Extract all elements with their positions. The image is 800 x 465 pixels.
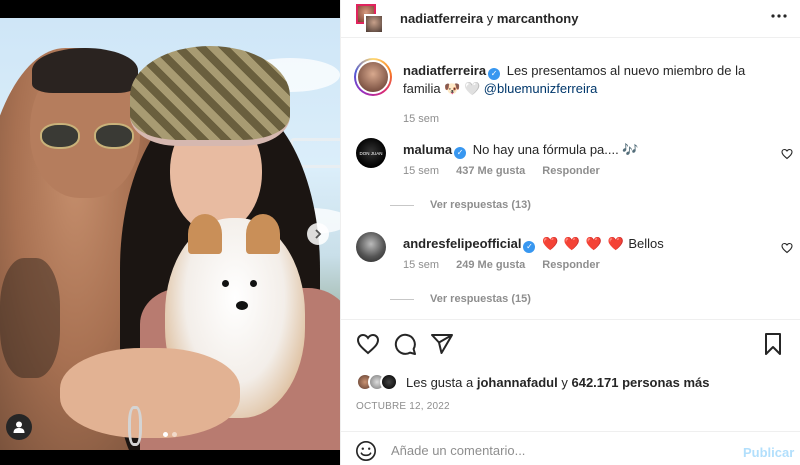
post-comment-button[interactable]: Publicar	[743, 445, 794, 460]
verified-badge-icon: ✓	[523, 241, 536, 253]
carousel-dot-active	[163, 432, 168, 437]
reply-button[interactable]: Responder	[542, 165, 599, 177]
heart-icon[interactable]	[781, 148, 793, 160]
comment-timestamp[interactable]: 15 sem	[403, 165, 439, 177]
likes-summary: Les gusta a johannafadul y 642.171 perso…	[356, 371, 710, 393]
share-icon[interactable]	[430, 332, 454, 356]
author-username-link[interactable]: nadiatferreira	[400, 11, 483, 26]
comment-username-link[interactable]: andresfelipeofficial	[403, 236, 521, 251]
post-modal: nadiatferreira y marcanthony nadiatferre…	[0, 0, 800, 465]
carousel-indicator	[0, 432, 340, 437]
bookmark-icon[interactable]	[761, 332, 785, 356]
view-replies-label: Ver respuestas (15)	[430, 293, 531, 305]
more-horizontal-icon	[771, 14, 787, 18]
comment-input[interactable]	[391, 439, 721, 461]
comment-timestamp[interactable]: 15 sem	[403, 259, 439, 271]
comment-icon[interactable]	[393, 332, 417, 356]
post-details-panel: nadiatferreira y marcanthony nadiatferre…	[340, 0, 800, 465]
svg-text:DON JUAN: DON JUAN	[359, 151, 382, 156]
story-ring-avatar[interactable]	[354, 58, 392, 96]
comment-text: Bellos	[628, 236, 664, 251]
comment-composer: Publicar	[341, 431, 800, 465]
carousel-dot	[172, 432, 177, 437]
verified-badge-icon: ✓	[454, 147, 467, 159]
comment-text: No hay una fórmula pa.... 🎶	[472, 142, 639, 157]
more-options-button[interactable]	[768, 8, 790, 28]
comment-username-link[interactable]: maluma	[403, 142, 452, 157]
caption-username-link[interactable]: nadiatferreira	[403, 63, 486, 78]
emoji-icon[interactable]	[355, 440, 377, 462]
avatar[interactable]	[356, 232, 386, 262]
verified-badge-icon: ✓	[488, 68, 501, 80]
likes-prefix: Les gusta a	[406, 374, 474, 390]
author-username-link[interactable]: marcanthony	[497, 11, 579, 26]
likes-connector: y	[561, 374, 568, 390]
view-replies-label: Ver respuestas (13)	[430, 199, 531, 211]
comment-likes-link[interactable]: 249 Me gusta	[456, 259, 525, 271]
heart-icon[interactable]	[781, 242, 793, 254]
comments-list[interactable]: nadiatferreira ✓ Les presentamos al nuevo…	[341, 48, 800, 318]
authors-connector: y	[486, 11, 494, 26]
post-photo[interactable]	[0, 18, 340, 450]
mention-link[interactable]: @bluemunizferreira	[484, 81, 598, 96]
heart-icon[interactable]	[356, 332, 380, 356]
avatar[interactable]	[364, 14, 384, 34]
chevron-right-icon	[315, 229, 322, 239]
avatar[interactable]: DON JUAN	[356, 138, 386, 168]
post-media	[0, 0, 340, 465]
collab-avatars[interactable]	[356, 4, 384, 34]
avatar[interactable]	[380, 373, 398, 391]
view-replies-button[interactable]: Ver respuestas (13)	[390, 199, 531, 211]
comment-likes-link[interactable]: 437 Me gusta	[456, 165, 525, 177]
post-authors: nadiatferreira y marcanthony	[400, 11, 578, 26]
view-replies-button[interactable]: Ver respuestas (15)	[390, 293, 531, 305]
reply-button[interactable]: Responder	[542, 259, 599, 271]
avatar	[356, 60, 390, 94]
liker-username-link[interactable]: johannafadul	[477, 375, 558, 390]
post-header: nadiatferreira y marcanthony	[341, 0, 800, 38]
action-bar	[341, 319, 800, 369]
comment-hearts: ❤️ ❤️ ❤️ ❤️	[542, 236, 625, 251]
likes-count-link[interactable]: 642.171 personas más	[571, 375, 709, 390]
caption-timestamp[interactable]: 15 sem	[403, 113, 439, 125]
post-date[interactable]: OCTUBRE 12, 2022	[356, 401, 450, 412]
carousel-next-button[interactable]	[307, 223, 329, 245]
